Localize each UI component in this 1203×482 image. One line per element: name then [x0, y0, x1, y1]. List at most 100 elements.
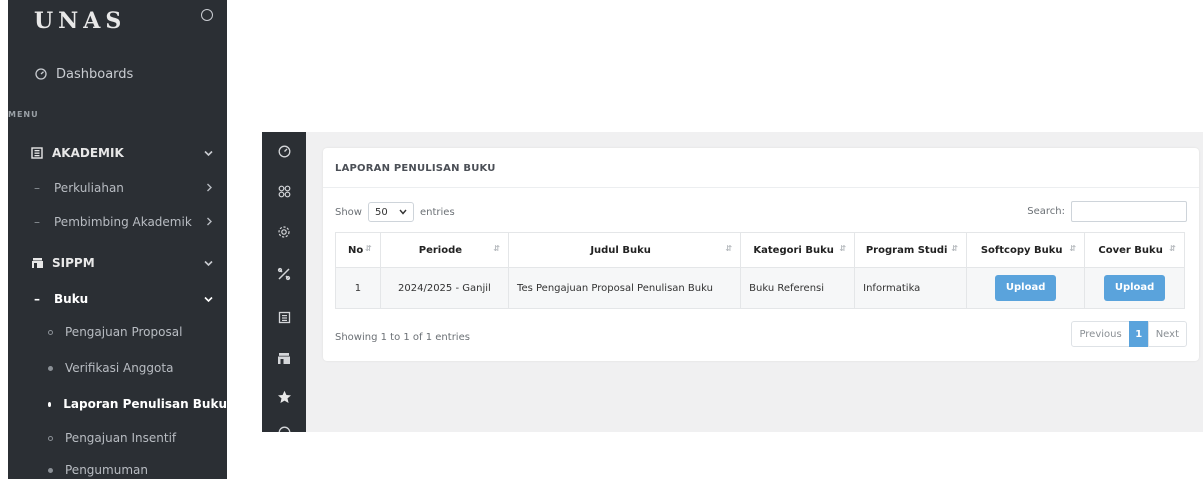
th-periode[interactable]: Periode ⇵ — [379, 232, 510, 268]
sidebar-item-dashboards[interactable]: Dashboards — [8, 62, 227, 86]
dashboard-icon[interactable] — [262, 141, 306, 161]
cell-softcopy: Upload — [966, 267, 1086, 309]
sort-icon: ⇵ — [365, 244, 372, 253]
dash-marker: – — [34, 181, 40, 195]
sort-icon: ⇵ — [493, 244, 501, 253]
sidebar-item-label: Verifikasi Anggota — [65, 361, 174, 375]
sidebar-item-laporan-penulisan-buku[interactable]: Laporan Penulisan Buku — [8, 392, 227, 416]
chevron-down-icon — [204, 257, 213, 270]
sidebar-item-perkuliahan[interactable]: – Perkuliahan — [8, 176, 227, 200]
building-icon[interactable] — [262, 307, 306, 327]
upload-softcopy-button[interactable]: Upload — [995, 275, 1057, 301]
bullet-icon — [48, 435, 53, 441]
chevron-right-icon — [206, 182, 213, 195]
next-button[interactable]: Next — [1147, 321, 1187, 347]
main-content: LAPORAN PENULISAN BUKU Show 50 entries S… — [306, 132, 1203, 432]
header-label: Program Studi — [865, 244, 948, 256]
dash-marker: – — [34, 292, 40, 306]
sidebar-item-label: Dashboards — [56, 66, 134, 82]
sidebar-group-label: AKADEMIK — [52, 146, 124, 160]
settings-icon[interactable] — [262, 222, 306, 242]
cell-cover: Upload — [1084, 267, 1185, 309]
header-label: Periode — [418, 244, 463, 256]
search-control: Search: — [1027, 201, 1187, 222]
apps-icon[interactable] — [262, 181, 306, 201]
page-1-button[interactable]: 1 — [1128, 321, 1149, 347]
building-icon — [30, 146, 44, 160]
menu-header: MENU — [8, 110, 39, 119]
sidebar-item-label: Pembimbing Akademik — [54, 215, 192, 229]
entries-length-control: Show 50 entries — [335, 202, 455, 222]
sidebar-item-label: Pengajuan Proposal — [65, 325, 183, 339]
table-header-row: No ⇵ Periode ⇵ Judul Buku ⇵ Kategori Buku ⇵ … — [335, 232, 1185, 268]
bullet-icon — [48, 365, 53, 371]
brand-logo: UNAS — [34, 8, 127, 34]
header-label: Kategori Buku — [753, 244, 834, 256]
cell-prodi: Informatika — [854, 267, 968, 309]
sidebar-item-verifikasi-anggota[interactable]: Verifikasi Anggota — [8, 356, 227, 380]
pagination: Previous 1 Next — [1071, 321, 1187, 347]
th-softcopy-buku[interactable]: Softcopy Buku ⇵ — [966, 232, 1086, 268]
search-label: Search: — [1027, 206, 1065, 217]
sidebar-item-label: Buku — [54, 292, 89, 306]
report-card: LAPORAN PENULISAN BUKU Show 50 entries S… — [323, 148, 1199, 361]
mini-sidebar — [262, 132, 306, 432]
shop-icon[interactable] — [262, 348, 306, 368]
th-kategori-buku[interactable]: Kategori Buku ⇵ — [740, 232, 856, 268]
sidebar-item-label: Pengumuman — [65, 463, 148, 477]
sidebar-group-sippm[interactable]: SIPPM — [8, 251, 227, 275]
header-label: Softcopy Buku — [980, 244, 1063, 256]
sidebar-item-pengumuman[interactable]: Pengumuman — [8, 458, 227, 482]
previous-button[interactable]: Previous — [1071, 321, 1130, 347]
header-label: No — [348, 244, 364, 256]
bullet-icon — [48, 401, 52, 407]
sidebar-item-label: Perkuliahan — [54, 181, 124, 195]
bullet-icon — [48, 329, 53, 335]
sidebar-item-buku[interactable]: – Buku — [8, 287, 227, 311]
sort-icon: ⇵ — [951, 244, 959, 253]
cell-no: 1 — [335, 267, 381, 309]
bullet-icon — [48, 467, 53, 473]
more-icon[interactable] — [262, 422, 306, 432]
dash-marker: – — [34, 215, 40, 229]
sort-icon: ⇵ — [1069, 244, 1077, 253]
table-row: 1 2024/2025 - Ganjil Tes Pengajuan Propo… — [335, 267, 1185, 309]
star-icon[interactable] — [262, 387, 306, 407]
shop-icon — [30, 256, 44, 270]
sidebar-item-pembimbing-akademik[interactable]: – Pembimbing Akademik — [8, 210, 227, 234]
upload-cover-button[interactable]: Upload — [1104, 275, 1166, 301]
chevron-down-icon — [204, 293, 213, 306]
sidebar-item-pengajuan-insentif[interactable]: Pengajuan Insentif — [8, 426, 227, 450]
cell-judul: Tes Pengajuan Proposal Penulisan Buku — [508, 267, 742, 309]
cell-periode: 2024/2025 - Ganjil — [379, 267, 510, 309]
sidebar-item-label: Pengajuan Insentif — [65, 431, 177, 445]
sort-icon: ⇵ — [839, 244, 847, 253]
tools-icon[interactable] — [262, 264, 306, 284]
sidebar-group-label: SIPPM — [52, 256, 95, 270]
data-table: No ⇵ Periode ⇵ Judul Buku ⇵ Kategori Buku ⇵ … — [335, 232, 1185, 309]
sidebar-item-label: Laporan Penulisan Buku — [63, 397, 227, 411]
chevron-down-icon — [204, 147, 213, 160]
sidebar: UNAS Dashboards MENU AKADEMIK – Perkulia… — [8, 0, 227, 479]
sidebar-group-akademik[interactable]: AKADEMIK — [8, 141, 227, 165]
table-info: Showing 1 to 1 of 1 entries — [335, 332, 470, 343]
search-input[interactable] — [1071, 201, 1187, 222]
sort-icon: ⇵ — [725, 244, 733, 253]
entries-value: 50 — [374, 206, 388, 218]
dashboard-icon — [34, 67, 48, 81]
chevron-right-icon — [206, 216, 213, 229]
header-label: Judul Buku — [590, 244, 651, 256]
th-judul-buku[interactable]: Judul Buku ⇵ — [508, 232, 742, 268]
th-no[interactable]: No ⇵ — [335, 232, 381, 268]
th-cover-buku[interactable]: Cover Buku ⇵ — [1084, 232, 1185, 268]
chevron-down-icon — [399, 207, 407, 218]
sidebar-toggle-icon[interactable] — [201, 9, 213, 21]
header-label: Cover Buku — [1098, 244, 1163, 256]
cell-kategori: Buku Referensi — [740, 267, 856, 309]
th-program-studi[interactable]: Program Studi ⇵ — [854, 232, 968, 268]
divider — [323, 187, 1199, 188]
entries-select[interactable]: 50 — [367, 202, 414, 222]
card-title: LAPORAN PENULISAN BUKU — [335, 163, 496, 174]
sort-icon: ⇵ — [1169, 244, 1176, 253]
sidebar-item-pengajuan-proposal[interactable]: Pengajuan Proposal — [8, 320, 227, 344]
